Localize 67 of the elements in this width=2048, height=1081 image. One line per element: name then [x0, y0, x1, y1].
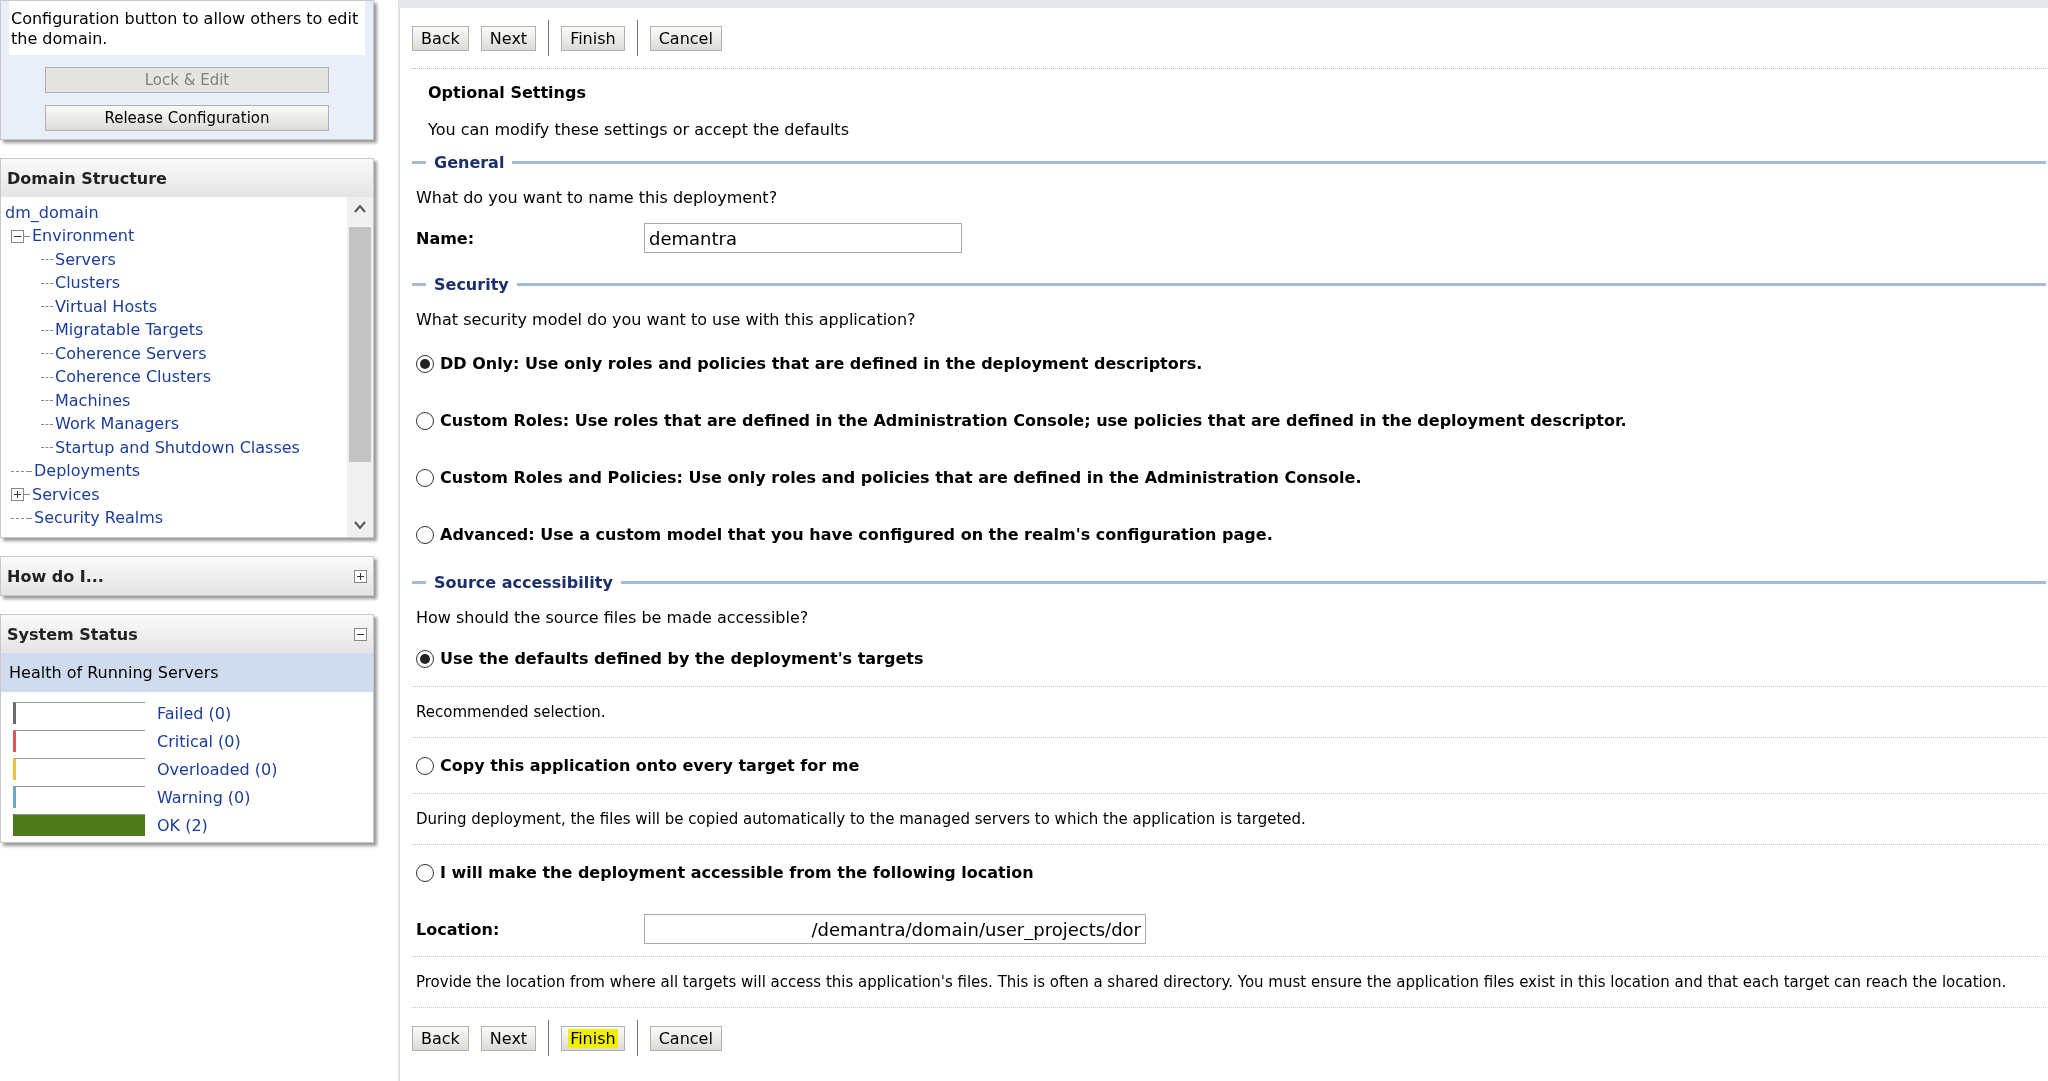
hint-text: Recommended selection. — [412, 687, 2046, 738]
tree-link[interactable]: Coherence Servers — [55, 343, 207, 364]
page-title: Optional Settings — [427, 82, 587, 102]
tree-link[interactable]: Services — [32, 484, 100, 505]
question-text: How should the source files be made accessible? — [415, 607, 810, 629]
tree-link[interactable]: Work Managers — [55, 414, 180, 435]
field-label: Location: — [416, 919, 501, 939]
scrollbar[interactable] — [347, 197, 373, 537]
field-label: Name: — [416, 228, 476, 248]
question-text: What do you want to name this deployment? — [415, 187, 779, 209]
option-label: I will make the deployment accessible from the following location — [440, 863, 1034, 882]
tree-link[interactable]: Security Realms — [34, 508, 164, 529]
expand-icon[interactable] — [11, 488, 24, 502]
wizard-button[interactable]: Finish — [561, 25, 625, 51]
radio-button[interactable] — [416, 649, 434, 668]
option-label: Advanced: Use a custom model that you have configured on the realm's configuration page. — [440, 525, 1273, 544]
tree-link[interactable]: Environment — [32, 226, 135, 247]
status-link[interactable]: Failed (0) — [157, 703, 232, 723]
option-label: DD Only: Use only roles and policies that are defined in the deployment descriptors. — [440, 354, 1203, 373]
question-text: What security model do you want to use with this application? — [415, 309, 917, 331]
radio-button[interactable] — [416, 411, 434, 430]
radio-button[interactable] — [416, 354, 434, 373]
wizard-button[interactable]: Cancel — [649, 25, 722, 51]
wizard-button[interactable]: Back — [412, 25, 469, 51]
section-heading: Security — [434, 275, 509, 294]
option-label: Copy this application onto every target for me — [440, 756, 860, 775]
collapse-icon[interactable] — [354, 627, 367, 641]
wizard-button[interactable]: Cancel — [649, 1025, 722, 1051]
radio-button[interactable] — [416, 756, 434, 775]
expand-icon[interactable] — [354, 569, 367, 583]
panel-title: Domain Structure — [7, 168, 167, 188]
wizard-button[interactable]: Next — [480, 1025, 537, 1051]
tree-link[interactable]: Migratable Targets — [55, 320, 204, 341]
option-label: Use the defaults defined by the deployment's targets — [440, 649, 924, 668]
radio-button[interactable] — [416, 468, 434, 487]
option-label: Custom Roles: Use roles that are defined in the Administration Console; use policies that are defined in the deployment descriptor. — [440, 411, 1627, 430]
tree-link[interactable]: Deployments — [34, 461, 141, 482]
tree-link[interactable]: Machines — [55, 390, 131, 411]
status-link[interactable]: Overloaded (0) — [157, 759, 278, 779]
tree-link[interactable]: Clusters — [55, 273, 121, 294]
section-heading: General — [434, 153, 505, 172]
hint-text: Provide the location from where all targets will access this application's files. This is often a shared directory. You must ensure the application files exist in this location and that each target can reach the location. — [412, 957, 2046, 1008]
config-button[interactable]: Release Configuration — [45, 105, 329, 131]
tree-link[interactable]: Startup and Shutdown Classes — [55, 437, 300, 458]
tree-link[interactable]: Virtual Hosts — [55, 296, 158, 317]
hint-text: During deployment, the files will be copied automatically to the managed servers to which the application is targeted. — [412, 794, 2046, 845]
panel-title: System Status — [7, 624, 138, 644]
option-label: Custom Roles and Policies: Use only roles and policies that are defined in the Administration Console. — [440, 468, 1362, 487]
tree-link[interactable]: Coherence Clusters — [55, 367, 211, 388]
collapse-icon[interactable] — [11, 229, 24, 243]
subheader: Health of Running Servers — [1, 653, 373, 692]
help-text: Configuration button to allow others to edit the domain. — [9, 1, 365, 55]
location-field[interactable]: /demantra/domain/user_projects/dor — [644, 914, 1146, 944]
section-heading: Source accessibility — [434, 573, 613, 592]
finish-button[interactable]: Finish — [561, 1025, 625, 1051]
status-link[interactable]: OK (2) — [157, 815, 208, 835]
radio-button[interactable] — [416, 525, 434, 544]
wizard-button[interactable]: Next — [480, 25, 537, 51]
status-link[interactable]: Critical (0) — [157, 731, 241, 751]
name-field[interactable]: demantra — [644, 223, 962, 253]
tree-link[interactable]: Servers — [55, 249, 116, 270]
radio-button[interactable] — [416, 863, 434, 882]
intro-text: You can modify these settings or accept the defaults — [427, 119, 850, 141]
panel-title: How do I... — [7, 566, 104, 586]
tree-link[interactable]: dm_domain — [5, 202, 99, 223]
wizard-button[interactable]: Back — [412, 1025, 469, 1051]
status-link[interactable]: Warning (0) — [157, 787, 251, 807]
